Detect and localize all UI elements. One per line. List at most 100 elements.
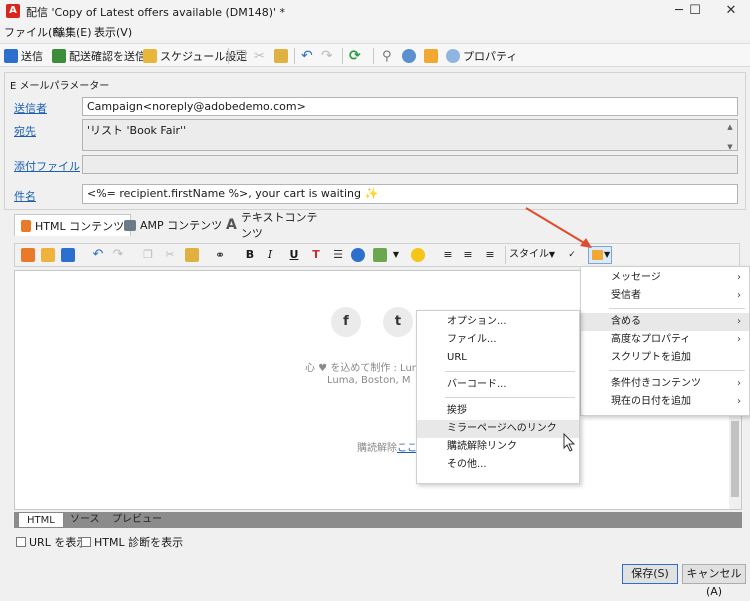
copy-icon[interactable]: ❐ bbox=[235, 47, 247, 65]
menu-item-recipient[interactable]: 受信者 › bbox=[581, 287, 749, 305]
align-right-icon[interactable]: ≡ bbox=[483, 248, 497, 262]
send-proof-label: 配送確認を送信 bbox=[69, 50, 146, 63]
save-disk-icon[interactable] bbox=[61, 248, 75, 262]
align-center-icon[interactable]: ≡ bbox=[461, 248, 475, 262]
html-diagnostics-label: HTML 診断を表示 bbox=[94, 536, 184, 549]
menu-item-message[interactable]: メッセージ › bbox=[581, 269, 749, 287]
tab-html-content[interactable]: HTML コンテンツ bbox=[14, 214, 132, 236]
menu-item-advanced-properties[interactable]: 高度なプロパティ › bbox=[581, 331, 749, 349]
paste-icon[interactable] bbox=[274, 47, 288, 65]
gift-icon[interactable] bbox=[424, 47, 438, 65]
menu-item-mirror-page-link[interactable]: ミラーページへのリンク bbox=[417, 420, 579, 438]
find-binoculars-icon[interactable]: ⚭ bbox=[213, 248, 227, 262]
menu-item-advanced-properties-label: 高度なプロパティ bbox=[611, 334, 691, 345]
tab-html[interactable]: HTML bbox=[18, 512, 64, 528]
send-button[interactable]: 送信 bbox=[4, 47, 43, 65]
menu-item-unsubscribe-link[interactable]: 購読解除リンク bbox=[417, 438, 579, 456]
mouse-cursor-icon bbox=[563, 433, 576, 452]
subject-label[interactable]: 件名 bbox=[14, 188, 36, 204]
undo-icon[interactable]: ↶ bbox=[301, 47, 313, 65]
mail-send-icon bbox=[4, 49, 18, 63]
cancel-button[interactable]: キャンセル(A) bbox=[682, 564, 746, 598]
tab-amp-content[interactable]: AMP コンテンツ bbox=[118, 214, 228, 236]
undo-icon[interactable]: ↶ bbox=[91, 248, 105, 262]
chevron-right-icon: › bbox=[737, 272, 741, 283]
menu-separator bbox=[609, 370, 745, 371]
html-icon bbox=[21, 219, 31, 232]
menu-edit[interactable]: 編集(E) bbox=[54, 24, 92, 40]
menu-item-barcode[interactable]: バーコード... bbox=[417, 376, 579, 394]
menu-item-conditional-content[interactable]: 条件付きコンテンツ › bbox=[581, 375, 749, 393]
new-html-icon[interactable] bbox=[21, 248, 35, 262]
personalization-menu: メッセージ › 受信者 › 含める › 高度なプロパティ › スクリプトを追加 条件付き… bbox=[580, 266, 750, 416]
menu-item-url[interactable]: URL bbox=[417, 349, 579, 367]
from-label[interactable]: 送信者 bbox=[14, 100, 47, 116]
to-scroll-arrows[interactable]: ▲ ▼ bbox=[725, 122, 735, 152]
from-field[interactable]: Campaign<noreply@adobedemo.com> bbox=[82, 97, 738, 116]
toolbar-separator bbox=[373, 48, 374, 64]
checkbox-box[interactable] bbox=[16, 537, 26, 547]
menu-item-conditional-content-label: 条件付きコンテンツ bbox=[611, 378, 701, 389]
emoji-icon[interactable] bbox=[411, 248, 425, 262]
save-button[interactable]: 保存(S) bbox=[622, 564, 678, 584]
copy-icon[interactable]: ❐ bbox=[141, 248, 155, 262]
align-left-icon[interactable]: ≡ bbox=[441, 248, 455, 262]
to-label[interactable]: 宛先 bbox=[14, 123, 36, 139]
underline-button[interactable]: U bbox=[287, 248, 301, 262]
menu-item-other[interactable]: その他... bbox=[417, 456, 579, 474]
attachment-icon[interactable]: ⚲ bbox=[382, 47, 392, 65]
insert-link-globe-icon[interactable] bbox=[351, 248, 365, 262]
text-icon: A bbox=[226, 217, 237, 233]
redo-icon[interactable]: ↷ bbox=[111, 248, 125, 262]
schedule-button[interactable]: スケジュール設定 bbox=[143, 47, 247, 65]
menu-item-current-date[interactable]: 現在の日付を追加 › bbox=[581, 393, 749, 411]
image-dropdown-chevron-icon[interactable]: ▼ bbox=[389, 248, 403, 262]
menu-item-file[interactable]: ファイル... bbox=[417, 331, 579, 349]
attachment-field[interactable] bbox=[82, 155, 738, 174]
menu-item-options[interactable]: オプション... bbox=[417, 313, 579, 331]
cut-icon[interactable]: ✂ bbox=[254, 47, 265, 65]
close-button[interactable]: ✕ bbox=[716, 2, 746, 20]
tab-source[interactable]: ソース bbox=[62, 512, 108, 528]
facebook-icon: f bbox=[331, 307, 361, 337]
send-proof-button[interactable]: 配送確認を送信 bbox=[52, 47, 146, 65]
bold-button[interactable]: B bbox=[243, 248, 257, 262]
chevron-down-icon: ▼ bbox=[604, 250, 611, 259]
annotation-arrow bbox=[525, 207, 592, 248]
chevron-right-icon: › bbox=[737, 290, 741, 301]
redo-icon[interactable]: ↷ bbox=[321, 47, 333, 65]
menu-item-include[interactable]: 含める › bbox=[581, 313, 749, 331]
subject-field[interactable]: <%= recipient.firstName %>, your cart is… bbox=[82, 184, 738, 204]
html-diagnostics-checkbox[interactable]: HTML 診断を表示 bbox=[81, 534, 183, 550]
unsubscribe-prefix: 購読解除 bbox=[357, 443, 397, 454]
title-bar: A 配信 'Copy of Latest offers available (D… bbox=[0, 0, 750, 22]
paste-icon[interactable] bbox=[185, 248, 199, 262]
menu-item-greeting[interactable]: 挨拶 bbox=[417, 402, 579, 420]
adobe-app-icon: A bbox=[6, 4, 20, 18]
menu-view[interactable]: 表示(V) bbox=[94, 24, 132, 40]
attachment-label[interactable]: 添付ファイル bbox=[14, 158, 80, 174]
unsubscribe-link[interactable]: ここ bbox=[397, 443, 417, 454]
menu-item-current-date-label: 現在の日付を追加 bbox=[611, 396, 691, 407]
properties-button[interactable]: プロパティ bbox=[446, 47, 517, 65]
insert-image-icon[interactable] bbox=[373, 248, 387, 262]
checkbox-box[interactable] bbox=[81, 537, 91, 547]
show-url-checkbox[interactable]: URL を表示 bbox=[16, 534, 87, 550]
chevron-right-icon: › bbox=[737, 378, 741, 389]
refresh-icon[interactable]: ⟳ bbox=[349, 47, 361, 65]
tab-text-content[interactable]: A テキストコンテンツ bbox=[220, 211, 324, 240]
maximize-button[interactable]: ☐ bbox=[680, 2, 710, 20]
bullet-list-icon[interactable]: ☰ bbox=[331, 248, 345, 262]
to-field[interactable]: 'リスト 'Book Fair'' ▲ ▼ bbox=[82, 119, 738, 151]
tab-preview[interactable]: プレビュー bbox=[104, 512, 170, 528]
scrollbar-thumb[interactable] bbox=[731, 421, 739, 497]
amp-mail-icon bbox=[124, 219, 136, 231]
link-icon[interactable] bbox=[402, 47, 416, 65]
open-folder-icon[interactable] bbox=[41, 248, 55, 262]
cut-icon[interactable]: ✂ bbox=[163, 248, 177, 262]
send-label: 送信 bbox=[21, 50, 43, 63]
italic-button[interactable]: I bbox=[263, 248, 277, 262]
window-title: 配信 'Copy of Latest offers available (DM1… bbox=[26, 6, 286, 19]
menu-item-add-script[interactable]: スクリプトを追加 bbox=[581, 349, 749, 367]
text-color-icon[interactable]: T bbox=[309, 248, 323, 262]
